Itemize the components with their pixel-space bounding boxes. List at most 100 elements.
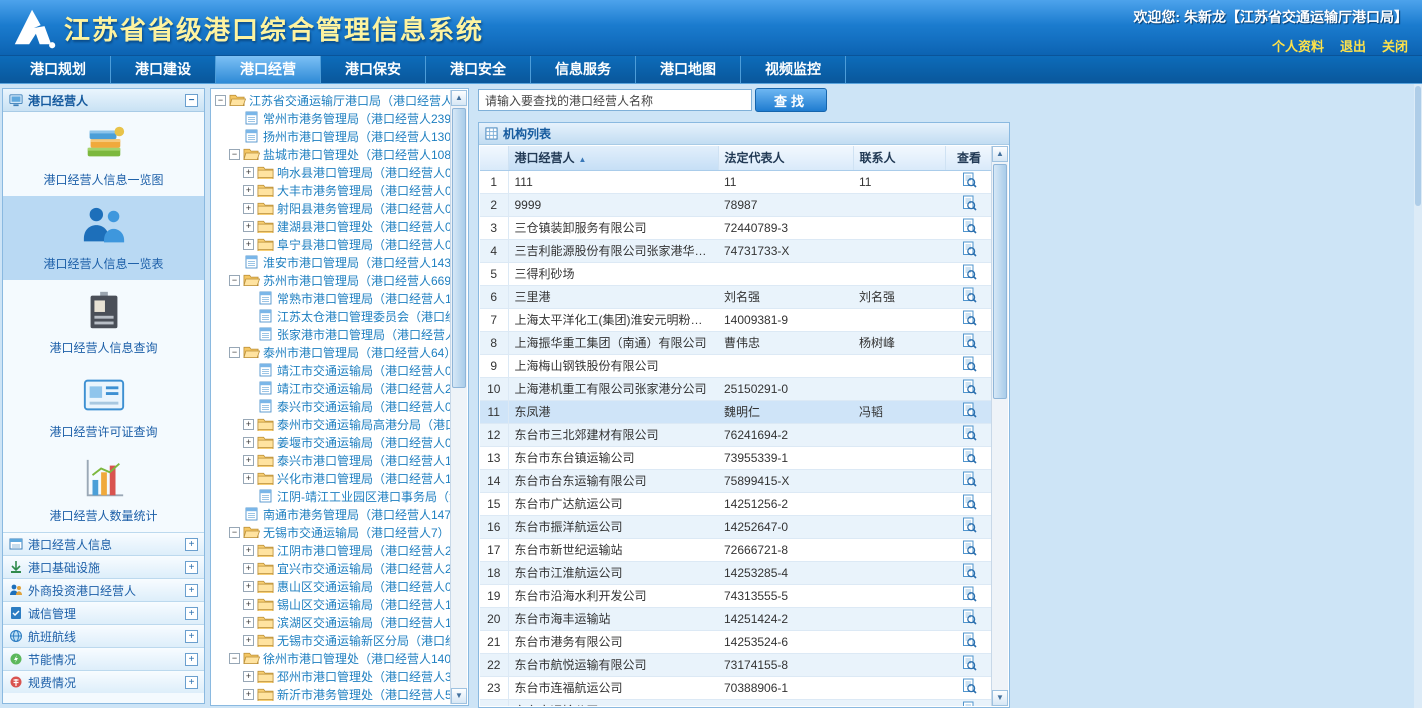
table-row[interactable]: 21东台市港务有限公司14253524-6 (480, 630, 993, 653)
nav-tab[interactable]: 港口安全 (426, 56, 531, 83)
table-row[interactable]: 2999978987 (480, 193, 993, 216)
scroll-up-arrow[interactable]: ▲ (451, 90, 467, 106)
tree-item[interactable]: −盐城市港口管理处（港口经营人108） (214, 145, 450, 163)
expand-expander-icon[interactable]: + (243, 203, 254, 214)
expand-expander-icon[interactable]: + (243, 545, 254, 556)
scroll-thumb[interactable] (1415, 86, 1421, 206)
user-link[interactable]: 关闭 (1382, 39, 1408, 54)
tree-item[interactable]: −徐州市港口管理处（港口经营人140） (214, 649, 450, 667)
tree-item[interactable]: +泰兴市港口管理局（港口经营人11） (214, 451, 450, 469)
tree-item[interactable]: 江阴-靖江工业园区港口事务局（港口 (214, 487, 450, 505)
table-row[interactable]: 10上海港机重工有限公司张家港分公司25150291-0 (480, 377, 993, 400)
table-row[interactable]: 12东台市三北郊建材有限公司76241694-2 (480, 423, 993, 446)
expand-expander-icon[interactable]: + (243, 599, 254, 610)
collapse-expander-icon[interactable]: − (229, 347, 240, 358)
table-row[interactable]: 17东台市新世纪运输站72666721-8 (480, 538, 993, 561)
expand-expander-icon[interactable]: + (243, 239, 254, 250)
tree-item[interactable]: 泰兴市交通运输局（港口经营人0） (214, 397, 450, 415)
scroll-up-arrow[interactable]: ▲ (992, 146, 1008, 162)
expand-expander-icon[interactable]: + (243, 185, 254, 196)
sidebar-panel[interactable]: 港口基础设施+ (3, 555, 204, 578)
table-row[interactable]: 24东台市运输公司714 (480, 699, 993, 706)
search-input[interactable] (478, 89, 752, 111)
view-icon[interactable] (961, 333, 977, 349)
tree-item[interactable]: 江苏太仓港口管理委员会（港口经营 (214, 307, 450, 325)
sidebar-shortcut[interactable]: 港口经营人信息一览图 (3, 112, 204, 196)
tree-item[interactable]: 淮安市港口管理局（港口经营人143） (214, 253, 450, 271)
user-link[interactable]: 退出 (1340, 39, 1366, 54)
view-icon[interactable] (961, 655, 977, 671)
table-row[interactable]: 11111111 (480, 170, 993, 193)
table-row[interactable]: 5三得利砂场 (480, 262, 993, 285)
nav-tab[interactable]: 港口经营 (216, 56, 321, 83)
tree-item[interactable]: +大丰市港务管理局（港口经营人0） (214, 181, 450, 199)
sidebar-panel[interactable]: 诚信管理+ (3, 601, 204, 624)
view-icon[interactable] (961, 264, 977, 280)
view-icon[interactable] (961, 701, 977, 706)
view-icon[interactable] (961, 172, 977, 188)
tree-scrollbar[interactable]: ▲ ▼ (450, 90, 467, 704)
sidebar-panel[interactable]: 节能情况+ (3, 647, 204, 670)
view-icon[interactable] (961, 517, 977, 533)
view-icon[interactable] (961, 494, 977, 510)
collapse-expander-icon[interactable]: − (215, 95, 226, 106)
tree-item[interactable]: 靖江市交通运输局（港口经营人0） (214, 361, 450, 379)
tree-item[interactable]: +阜宁县港口管理局（港口经营人0） (214, 235, 450, 253)
expand-button[interactable]: + (185, 584, 198, 597)
tree-item[interactable]: +泰州市交通运输局高港分局（港口经 (214, 415, 450, 433)
collapse-expander-icon[interactable]: − (229, 275, 240, 286)
sidebar-collapse-button[interactable]: − (185, 94, 198, 107)
table-row[interactable]: 23东台市连福航运公司70388906-1 (480, 676, 993, 699)
view-icon[interactable] (961, 402, 977, 418)
tree-item[interactable]: +滨湖区交通运输局（港口经营人1） (214, 613, 450, 631)
view-icon[interactable] (961, 448, 977, 464)
expand-expander-icon[interactable]: + (243, 581, 254, 592)
expand-button[interactable]: + (185, 653, 198, 666)
table-row[interactable]: 9上海梅山钢铁股份有限公司 (480, 354, 993, 377)
table-row[interactable]: 3三仓镇装卸服务有限公司72440789-3 (480, 216, 993, 239)
table-row[interactable]: 11东凤港魏明仁冯韬 (480, 400, 993, 423)
tree-item[interactable]: +惠山区交通运输局（港口经营人0） (214, 577, 450, 595)
page-scrollbar[interactable] (1414, 84, 1422, 708)
table-row[interactable]: 13东台市东台镇运输公司73955339-1 (480, 446, 993, 469)
expand-expander-icon[interactable]: + (243, 221, 254, 232)
scroll-down-arrow[interactable]: ▼ (451, 688, 467, 704)
scroll-down-arrow[interactable]: ▼ (992, 690, 1008, 706)
sidebar-shortcut[interactable]: 港口经营人数量统计 (3, 448, 204, 532)
expand-expander-icon[interactable]: + (243, 437, 254, 448)
expand-expander-icon[interactable]: + (243, 167, 254, 178)
view-icon[interactable] (961, 241, 977, 257)
tree-item[interactable]: 南通市港务管理局（港口经营人147） (214, 505, 450, 523)
table-row[interactable]: 8上海振华重工集团（南通）有限公司曹伟忠杨树峰 (480, 331, 993, 354)
collapse-expander-icon[interactable]: − (229, 653, 240, 664)
tree-item[interactable]: +无锡市交通运输新区分局（港口经营 (214, 631, 450, 649)
tree-item[interactable]: +江阴市港口管理局（港口经营人2） (214, 541, 450, 559)
expand-button[interactable]: + (185, 630, 198, 643)
scroll-thumb[interactable] (452, 108, 466, 388)
tree-item[interactable]: −泰州市港口管理局（港口经营人64） (214, 343, 450, 361)
expand-button[interactable]: + (185, 676, 198, 689)
expand-expander-icon[interactable]: + (243, 473, 254, 484)
tree-item[interactable]: +响水县港口管理局（港口经营人0） (214, 163, 450, 181)
view-icon[interactable] (961, 379, 977, 395)
column-header[interactable]: 港口经营人▲ (508, 146, 718, 170)
search-button[interactable]: 查找 (755, 88, 827, 112)
expand-button[interactable]: + (185, 538, 198, 551)
collapse-expander-icon[interactable]: − (229, 527, 240, 538)
view-icon[interactable] (961, 310, 977, 326)
tree-item[interactable]: −无锡市交通运输局（港口经营人7） (214, 523, 450, 541)
table-row[interactable]: 4三吉利能源股份有限公司张家港华宇...74731733-X (480, 239, 993, 262)
sidebar-panel[interactable]: 外商投资港口经营人+ (3, 578, 204, 601)
tree-item[interactable]: +姜堰市交通运输局（港口经营人0） (214, 433, 450, 451)
column-header[interactable]: 法定代表人 (718, 146, 853, 170)
sidebar-panel[interactable]: 港口经营人信息+ (3, 532, 204, 555)
tree-item[interactable]: +锡山区交通运输局（港口经营人1） (214, 595, 450, 613)
view-icon[interactable] (961, 356, 977, 372)
sidebar-panel[interactable]: 航班航线+ (3, 624, 204, 647)
tree-item[interactable]: −苏州市港口管理局（港口经营人669） (214, 271, 450, 289)
table-row[interactable]: 20东台市海丰运输站14251424-2 (480, 607, 993, 630)
column-header[interactable]: 联系人 (853, 146, 945, 170)
view-icon[interactable] (961, 563, 977, 579)
view-icon[interactable] (961, 678, 977, 694)
expand-expander-icon[interactable]: + (243, 689, 254, 700)
